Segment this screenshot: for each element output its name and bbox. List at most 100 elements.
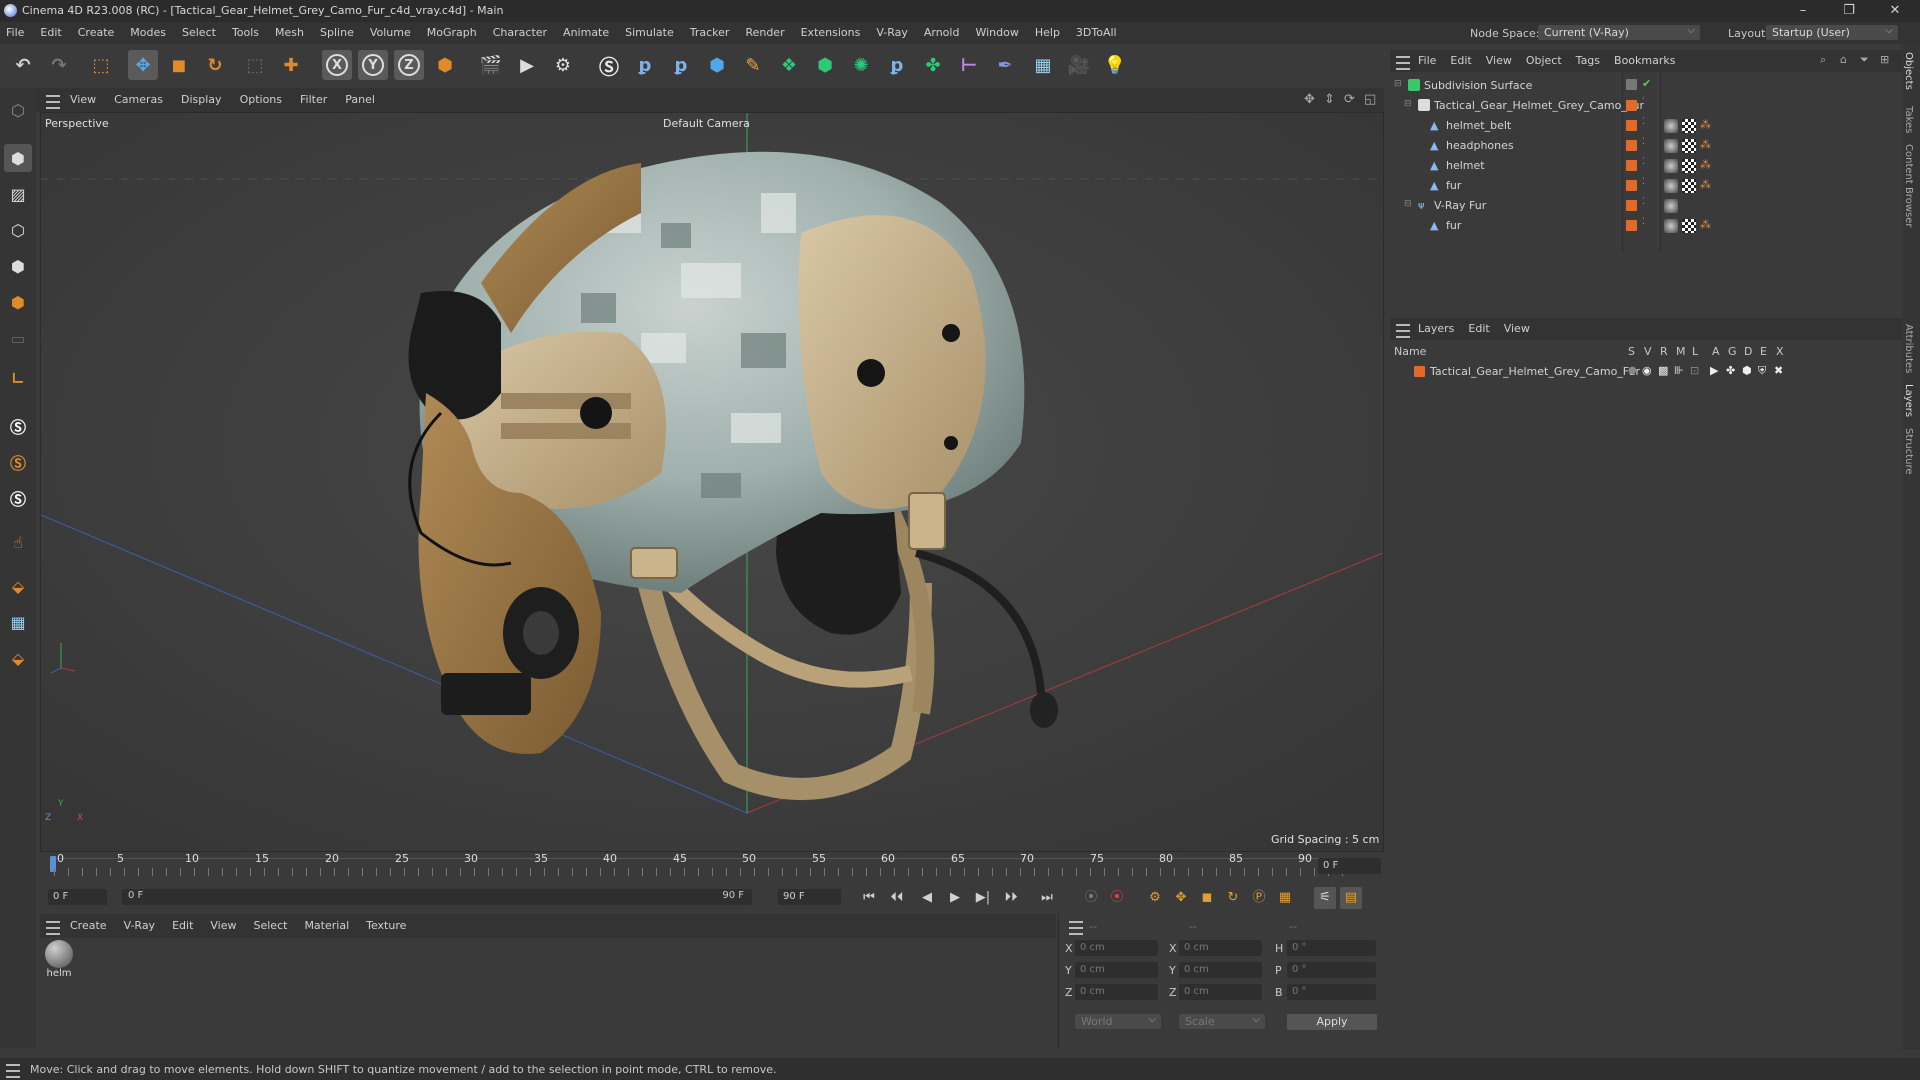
menu-render[interactable]: Render [745,26,784,39]
visibility-dots-icon[interactable]: ⁚ [1642,117,1645,127]
collapse-icon[interactable]: ⊟ [1404,99,1412,109]
menu-window[interactable]: Window [975,26,1018,39]
scale-tool-icon[interactable]: ◼ [164,50,194,80]
generator-toggle-icon[interactable]: ✤ [1726,364,1735,377]
coord-size-y-field[interactable]: 0 cm [1179,962,1262,978]
collapse-icon[interactable]: ⊟ [1394,79,1402,89]
snap-settings-icon[interactable]: Ⓢ [4,448,32,476]
enabled-check-icon[interactable]: ✔ [1642,77,1651,90]
menu-spline[interactable]: Spline [320,26,354,39]
key-settings-icon[interactable]: ⚙ [1144,887,1166,909]
undo-button[interactable]: ↶ [8,50,38,80]
viewport-menu-cameras[interactable]: Cameras [114,93,163,106]
texture-mode-icon[interactable]: ▨ [4,180,32,208]
object-manager-menu-icon[interactable] [1396,56,1410,70]
layer-color-icon[interactable] [1626,200,1637,211]
tree-row-helmet-belt[interactable]: ▲ helmet_belt ⁚ ⁂ [1390,116,1902,136]
tab-structure[interactable]: Structure [1903,428,1914,475]
light-icon[interactable]: 💡 [1100,50,1130,80]
minimize-button[interactable]: – [1794,2,1812,20]
menu-modes[interactable]: Modes [130,26,166,39]
create-object-icon[interactable]: ✚ [276,50,306,80]
deformer-toggle-icon[interactable]: ⬢ [1742,364,1752,377]
vray-logo-icon[interactable]: Ⓢ [594,50,624,80]
tree-row-headphones[interactable]: ▲ headphones ⁚ ⁂ [1390,136,1902,156]
phong-tag-icon[interactable]: ⁂ [1700,158,1711,171]
menu-tracker[interactable]: Tracker [690,26,730,39]
z-axis-lock-icon[interactable]: Z [394,50,424,80]
visibility-dots-icon[interactable]: ⁚ [1642,177,1645,187]
menu-vray[interactable]: V-Ray [876,26,908,39]
material-menu-select[interactable]: Select [254,919,288,932]
phong-tag-icon[interactable]: ⁂ [1700,218,1711,231]
menu-character[interactable]: Character [493,26,547,39]
coordinates-menu-icon[interactable] [1069,921,1083,935]
layer-color-icon[interactable] [1626,180,1637,191]
menu-volume[interactable]: Volume [370,26,411,39]
generator-icon[interactable]: ❖ [774,50,804,80]
transform-mode-dropdown[interactable]: Scale [1179,1012,1265,1029]
xref-toggle-icon[interactable]: ✖ [1774,364,1783,377]
layer-color-icon[interactable] [1626,79,1637,90]
material-menu-create[interactable]: Create [70,919,107,932]
autokey-icon[interactable]: ⦿ [1106,887,1128,909]
move-tool-icon[interactable]: ✥ [128,50,158,80]
go-to-end-button[interactable]: ⏭ [1036,887,1058,909]
object-menu-view[interactable]: View [1486,54,1512,67]
menu-3dtoall[interactable]: 3DToAll [1076,26,1117,39]
sketch-icon[interactable]: ✒ [990,50,1020,80]
search-icon[interactable]: ⌕ [1820,53,1826,67]
subdivision-icon[interactable]: ⬢ [810,50,840,80]
key-position-icon[interactable]: ✥ [1170,887,1192,909]
frame-range-slider[interactable]: 0 F 90 F [122,889,752,905]
menu-animate[interactable]: Animate [563,26,609,39]
uvw-tag-icon[interactable] [1682,179,1696,193]
redo-button[interactable]: ↷ [44,50,74,80]
tree-row-tactical-gear[interactable]: ⊟ Tactical_Gear_Helmet_Grey_Camo_Fur ⁚ [1390,96,1902,116]
tree-row-fur-2[interactable]: ▲ fur ⁚ ⁂ [1390,216,1902,236]
python-script-2-icon[interactable]: ꝑ [666,50,696,80]
uvw-tag-icon[interactable] [1682,119,1696,133]
python-script-icon[interactable]: ꝑ [630,50,660,80]
uv-mode-icon[interactable]: ▭ [4,324,32,352]
x-axis-lock-icon[interactable]: X [322,50,352,80]
material-tag-icon[interactable] [1664,199,1678,213]
rotate-tool-icon[interactable]: ↻ [200,50,230,80]
animation-play-icon[interactable]: ▶ [1710,364,1718,377]
viewport-menu-filter[interactable]: Filter [300,93,327,106]
floor-icon[interactable]: ▦ [1028,50,1058,80]
layer-menu-view[interactable]: View [1504,322,1530,335]
viewport-menu-options[interactable]: Options [240,93,282,106]
tree-row-helmet[interactable]: ▲ helmet ⁚ ⁂ [1390,156,1902,176]
perspective-viewport[interactable]: Perspective Default Camera Grid Spacing … [40,112,1384,852]
viewport-rotate-icon[interactable]: ⟳ [1344,92,1355,107]
menu-file[interactable]: File [6,26,24,39]
end-frame-field[interactable]: 90 F [778,889,841,905]
visibility-dots-icon[interactable]: ⁚ [1642,217,1645,227]
measure-icon[interactable]: ⊢ [954,50,984,80]
filter-icon[interactable]: ⏷ [1860,53,1869,67]
menu-help[interactable]: Help [1035,26,1060,39]
python-tag-icon[interactable]: ꝑ [882,50,912,80]
layer-row[interactable]: Tactical_Gear_Helmet_Grey_Camo_Fur ● ◉ ▩… [1390,362,1902,382]
next-key-button[interactable]: ⏵⏵ [1000,887,1022,909]
node-space-dropdown[interactable]: Current (V-Ray) [1538,23,1700,40]
start-frame-field[interactable]: 0 F [48,889,107,905]
material-menu-vray[interactable]: V-Ray [124,919,156,932]
viewport-menu-icon[interactable] [46,95,60,109]
visibility-dots-icon[interactable]: ⁚ [1642,157,1645,167]
home-icon[interactable]: ⌂ [1840,53,1847,66]
pen-spline-icon[interactable]: ✎ [738,50,768,80]
menu-arnold[interactable]: Arnold [924,26,960,39]
phong-tag-icon[interactable]: ⁂ [1700,178,1711,191]
coord-pos-z-field[interactable]: 0 cm [1075,984,1158,1000]
coord-pos-y-field[interactable]: 0 cm [1075,962,1158,978]
select-object-icon[interactable]: ⬚ [240,50,270,80]
y-axis-lock-icon[interactable]: Y [358,50,388,80]
tab-objects[interactable]: Objects [1903,52,1914,90]
layer-color-icon[interactable] [1626,100,1637,111]
layer-color-icon[interactable] [1626,160,1637,171]
tab-attributes[interactable]: Attributes [1903,324,1914,373]
workplane-snap-icon[interactable]: Ⓢ [4,484,32,512]
record-keys-icon[interactable]: ⦿ [1080,887,1102,909]
